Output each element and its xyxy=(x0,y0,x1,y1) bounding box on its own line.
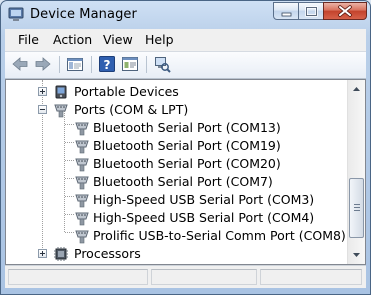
scan-hardware-icon[interactable] xyxy=(153,55,171,73)
status-bar xyxy=(5,265,366,288)
tree-node-processors[interactable]: Processors xyxy=(6,245,347,263)
expand-icon[interactable] xyxy=(38,249,47,258)
processor-chip-icon xyxy=(54,247,68,261)
tree-node-label: Bluetooth Serial Port (COM19) xyxy=(93,138,281,153)
device-manager-icon xyxy=(8,7,24,21)
help-icon[interactable]: ? xyxy=(98,55,116,73)
tree-node-label: Portable Devices xyxy=(74,84,179,99)
tree-node-label: High-Speed USB Serial Port (COM4) xyxy=(93,210,315,225)
toolbar: ? xyxy=(5,51,366,79)
close-button[interactable] xyxy=(323,2,367,20)
menu-bar: File Action View Help xyxy=(5,29,366,51)
port-connector-icon xyxy=(75,140,89,154)
maximize-icon xyxy=(305,6,318,17)
device-manager-window: Device Manager File Action View Help ? P… xyxy=(0,0,371,295)
window-title: Device Manager xyxy=(30,7,137,22)
minimize-icon xyxy=(281,12,292,17)
portable-device-icon xyxy=(55,85,67,99)
tree-node-label: Bluetooth Serial Port (COM13) xyxy=(93,120,281,135)
status-panel xyxy=(8,269,148,285)
status-panel xyxy=(151,269,257,285)
tree-node-port-device[interactable]: Bluetooth Serial Port (COM19) xyxy=(6,137,347,155)
maximize-button[interactable] xyxy=(298,2,324,20)
scroll-down-arrow-icon[interactable] xyxy=(348,247,365,263)
scrollbar-grip xyxy=(354,204,360,205)
properties-icon[interactable] xyxy=(121,55,139,73)
scrollbar-grip xyxy=(354,210,360,211)
tree-node-ports[interactable]: Ports (COM & LPT) xyxy=(6,101,347,119)
port-connector-icon xyxy=(75,194,89,208)
toolbar-separator xyxy=(91,56,92,73)
title-bar[interactable]: Device Manager xyxy=(1,1,370,29)
toolbar-separator xyxy=(146,56,147,73)
close-icon xyxy=(338,5,352,17)
scrollbar-grip xyxy=(354,207,360,208)
svg-text:?: ? xyxy=(104,58,111,72)
tree-node-label: High-Speed USB Serial Port (COM3) xyxy=(93,192,315,207)
scrollbar-thumb[interactable] xyxy=(349,178,364,238)
menu-action[interactable]: Action xyxy=(53,32,92,47)
back-arrow-icon[interactable] xyxy=(11,55,29,73)
port-connector-icon xyxy=(75,122,89,136)
port-connector-icon xyxy=(75,176,89,190)
menu-file[interactable]: File xyxy=(18,32,39,47)
menu-help[interactable]: Help xyxy=(145,32,174,47)
tree-node-port-device[interactable]: Bluetooth Serial Port (COM20) xyxy=(6,155,347,173)
port-connector-icon xyxy=(75,212,89,226)
port-connector-icon xyxy=(54,104,68,118)
tree-node-label: Prolific USB-to-Serial Comm Port (COM8) xyxy=(93,228,346,243)
tree-node-port-device[interactable]: Bluetooth Serial Port (COM7) xyxy=(6,173,347,191)
tree-node-port-device[interactable]: High-Speed USB Serial Port (COM4) xyxy=(6,209,347,227)
device-tree[interactable]: Portable Devices Ports (COM & LPT) Bluet… xyxy=(5,79,366,265)
toolbar-separator xyxy=(59,56,60,73)
tree-node-port-device[interactable]: Bluetooth Serial Port (COM13) xyxy=(6,119,347,137)
minimize-button[interactable] xyxy=(273,2,299,20)
port-connector-icon xyxy=(75,158,89,172)
tree-node-portable-devices[interactable]: Portable Devices xyxy=(6,83,347,101)
tree-node-port-device[interactable]: Prolific USB-to-Serial Comm Port (COM8) xyxy=(6,227,347,245)
tree-node-label: Bluetooth Serial Port (COM7) xyxy=(93,174,273,189)
collapse-icon[interactable] xyxy=(38,105,47,114)
status-panel xyxy=(260,269,362,285)
scroll-up-arrow-icon[interactable] xyxy=(348,81,365,97)
port-connector-icon xyxy=(75,230,89,244)
tree-node-label: Bluetooth Serial Port (COM20) xyxy=(93,156,281,171)
show-hide-console-tree-icon[interactable] xyxy=(66,55,84,73)
forward-arrow-icon[interactable] xyxy=(34,55,52,73)
tree-node-label: Processors xyxy=(74,246,141,261)
tree-node-port-device[interactable]: High-Speed USB Serial Port (COM3) xyxy=(6,191,347,209)
vertical-scrollbar[interactable] xyxy=(347,80,365,264)
expand-icon[interactable] xyxy=(38,87,47,96)
tree-node-label: Ports (COM & LPT) xyxy=(74,102,189,117)
menu-view[interactable]: View xyxy=(103,32,133,47)
